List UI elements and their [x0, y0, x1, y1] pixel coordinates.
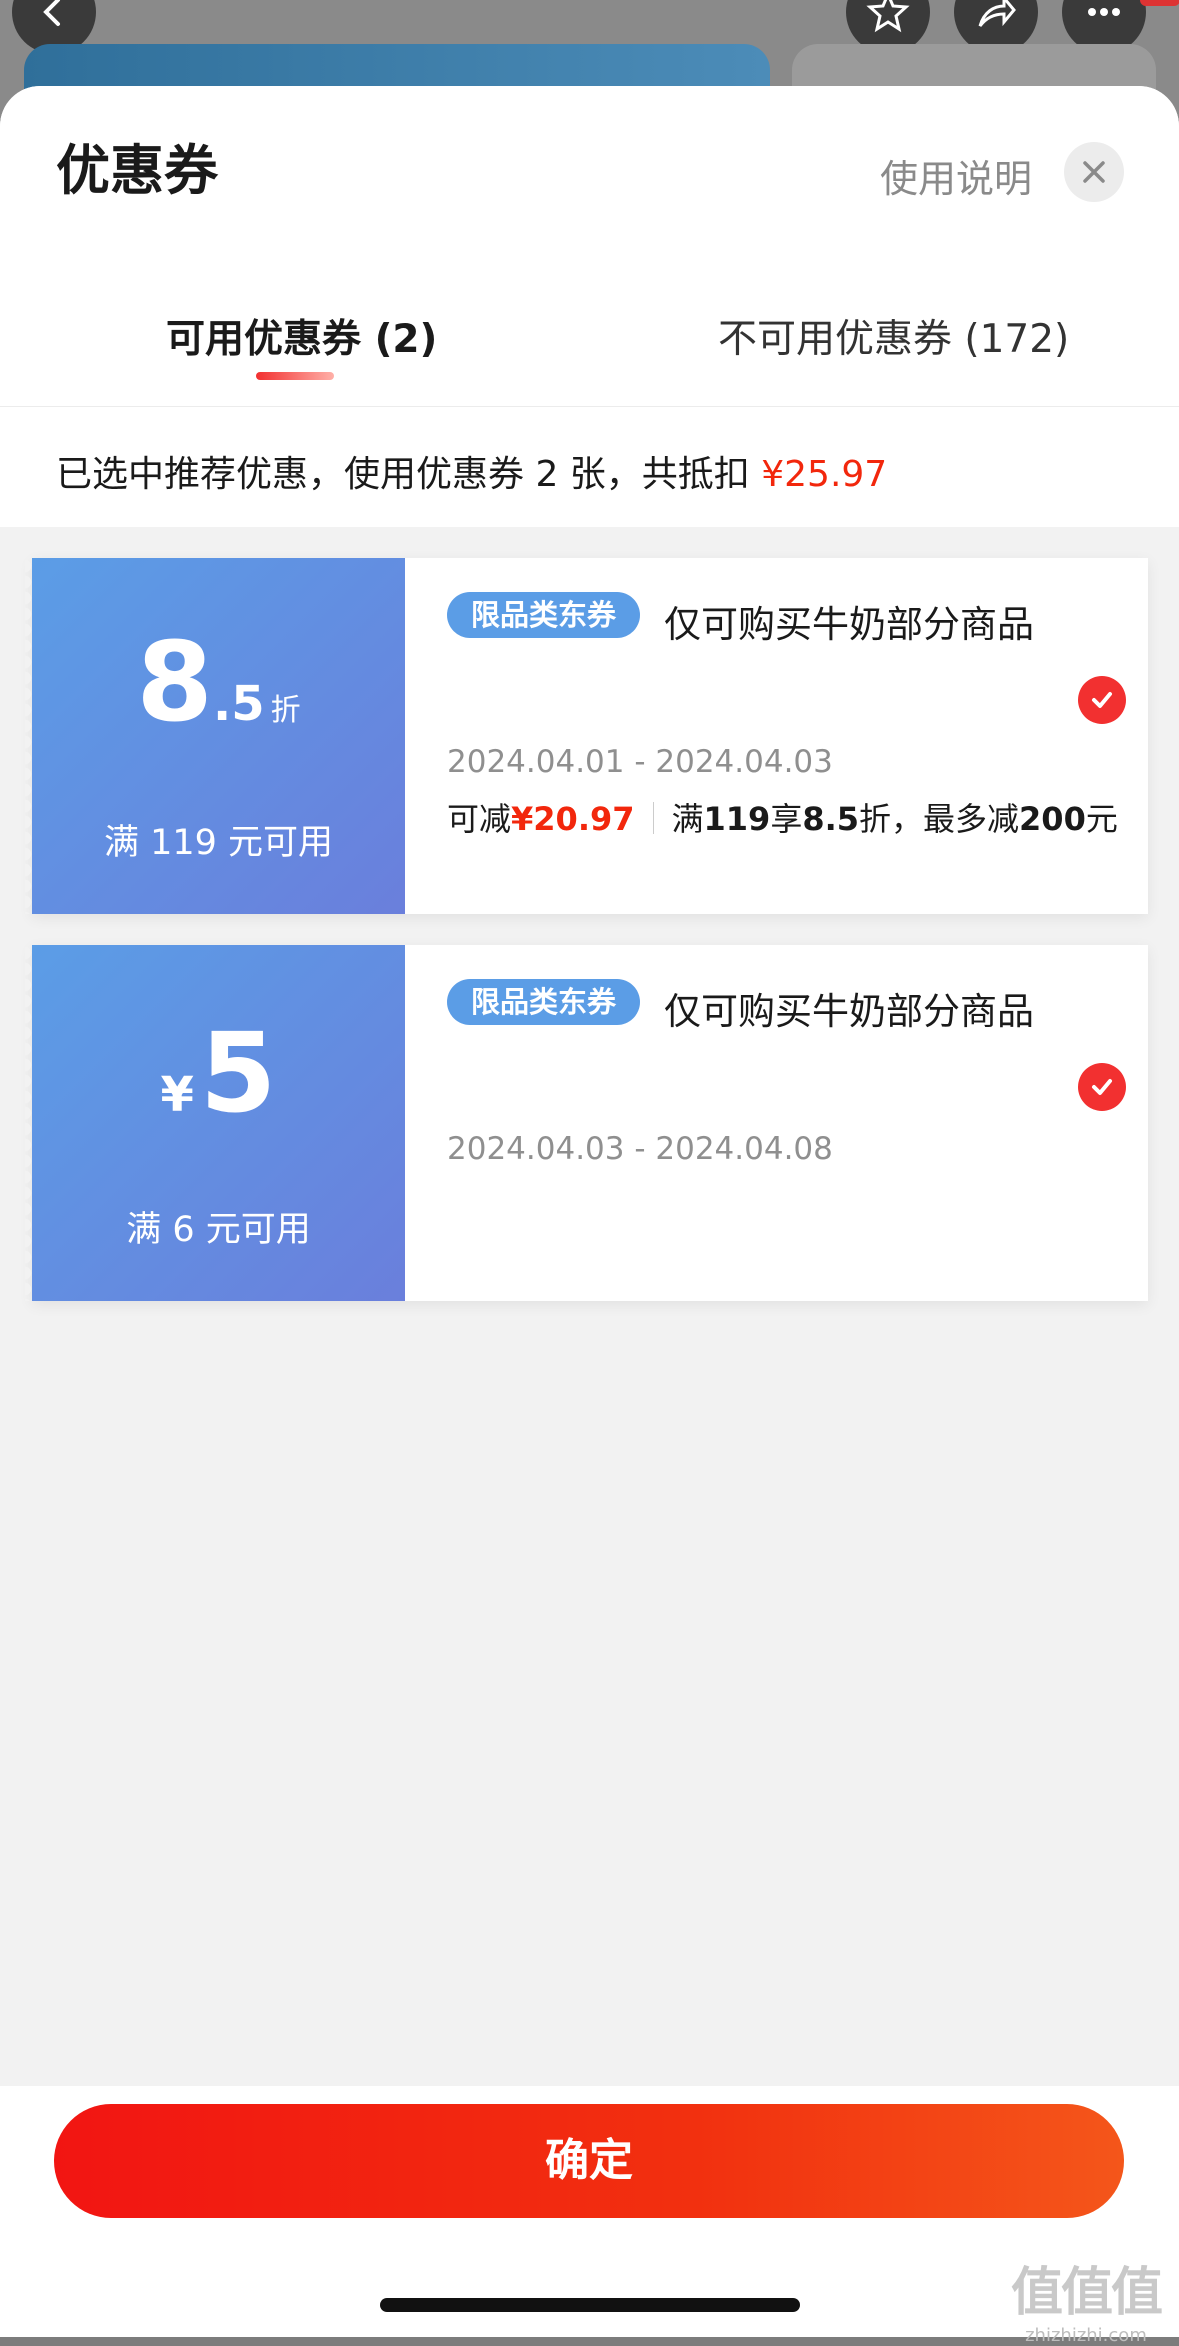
- coupon-value-panel: 8.5 折 满 119 元可用: [25, 558, 405, 914]
- coupon-value-main: 5: [199, 1009, 277, 1137]
- coupon-validity-dates: 2024.04.03 - 2024.04.08: [447, 1131, 833, 1167]
- coupon-category-tag: 限品类东券: [447, 979, 641, 1025]
- tab-unavailable-coupons[interactable]: 不可用优惠券 (172): [718, 308, 1069, 364]
- coupon-detail: 可减¥20.97 满119享8.5折，最多减200元: [447, 800, 1118, 838]
- coupon-value-main: 8: [136, 618, 213, 746]
- coupon-condition: 满 119 元可用: [103, 823, 334, 863]
- more-icon: [1088, 8, 1120, 16]
- summary-discount-amount: ¥25.97: [761, 454, 888, 495]
- back-arrow-icon: [43, 0, 60, 26]
- sheet-title: 优惠券: [56, 139, 218, 202]
- coupon-scope: 仅可购买牛奶部分商品: [664, 990, 1034, 1033]
- coupon-value-decimal: .5: [212, 676, 265, 732]
- summary-text: 已选中推荐优惠，使用优惠券 2 张，共抵扣: [56, 454, 762, 495]
- coupon-category-tag: 限品类东券: [447, 592, 641, 638]
- star-icon: [866, 0, 910, 33]
- checkmark-icon: [1092, 692, 1112, 708]
- close-icon: [1083, 161, 1105, 183]
- checkmark-icon: [1092, 1079, 1112, 1095]
- confirm-button[interactable]: 确定: [54, 2104, 1124, 2218]
- coupon-value-panel: ¥5 满 6 元可用: [25, 945, 405, 1301]
- active-tab-indicator: [256, 372, 334, 380]
- usage-instructions-link[interactable]: 使用说明: [880, 148, 1032, 203]
- coupon-selected-checkbox[interactable]: [1078, 1063, 1126, 1111]
- home-indicator[interactable]: [380, 2298, 800, 2312]
- close-button[interactable]: [1064, 142, 1124, 202]
- notification-dot: [1140, 0, 1179, 6]
- watermark-logo: 值值值: [1010, 2263, 1163, 2323]
- coupon-saving-amount: ¥20.97: [511, 800, 635, 838]
- coupon-condition: 满 6 元可用: [126, 1210, 311, 1250]
- coupon-value-unit: 折: [270, 693, 301, 728]
- coupon-sheet: 优惠券 使用说明 可用优惠券 (2) 不可用优惠券 (172) 已选中推荐优惠，…: [0, 86, 1179, 2337]
- coupon-scope: 仅可购买牛奶部分商品: [664, 603, 1034, 646]
- coupon-card[interactable]: ¥5 满 6 元可用 限品类东券 仅可购买牛奶部分商品 2024.04.03 -…: [25, 945, 1148, 1301]
- coupon-card[interactable]: 8.5 折 满 119 元可用 限品类东券 仅可购买牛奶部分商品 2024.04.…: [25, 558, 1148, 914]
- sheet-header: 优惠券 使用说明 可用优惠券 (2) 不可用优惠券 (172): [0, 86, 1179, 406]
- coupon-selected-checkbox[interactable]: [1078, 676, 1126, 724]
- coupon-validity-dates: 2024.04.01 - 2024.04.03: [447, 744, 833, 780]
- tab-available-coupons[interactable]: 可用优惠券 (2): [166, 308, 437, 364]
- coupon-currency-symbol: ¥: [160, 1067, 194, 1123]
- watermark: 值值值 zhizhizhi.com: [1010, 2250, 1163, 2346]
- share-icon: [978, 0, 1016, 27]
- watermark-url: zhizhizhi.com: [1025, 2325, 1147, 2346]
- selection-summary: 已选中推荐优惠，使用优惠券 2 张，共抵扣 ¥25.97: [0, 407, 1179, 527]
